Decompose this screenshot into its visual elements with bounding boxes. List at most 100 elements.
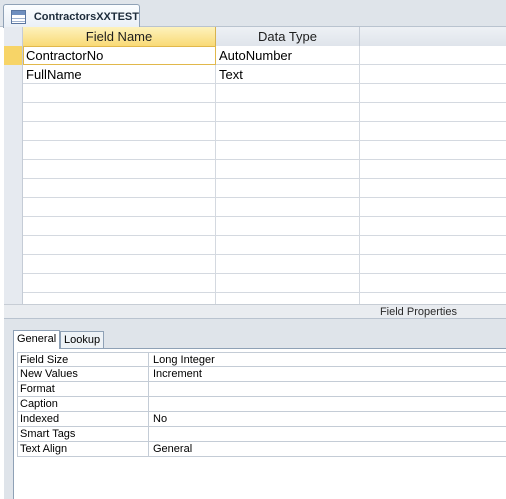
property-value[interactable]: No: [152, 412, 167, 426]
property-row: Field Size Long Integer: [17, 352, 506, 367]
property-value[interactable]: [152, 397, 153, 411]
table-row[interactable]: [4, 103, 506, 122]
field-name-cell[interactable]: [23, 160, 216, 179]
table-row[interactable]: [4, 274, 506, 293]
table-row[interactable]: [4, 255, 506, 274]
data-type-cell[interactable]: [216, 236, 360, 255]
property-name: Text Align: [17, 442, 149, 456]
tab-lookup[interactable]: Lookup: [60, 331, 104, 349]
row-selector[interactable]: [4, 122, 23, 141]
description-cell[interactable]: [360, 274, 506, 293]
table-row[interactable]: [4, 141, 506, 160]
description-cell[interactable]: [360, 65, 506, 84]
data-type-cell[interactable]: [216, 160, 360, 179]
description-cell[interactable]: [360, 236, 506, 255]
row-selector[interactable]: [4, 46, 23, 65]
description-cell[interactable]: [360, 160, 506, 179]
property-row: Format: [17, 382, 506, 397]
select-all-corner[interactable]: [4, 27, 23, 46]
grid-header-row: Field Name Data Type: [4, 27, 506, 46]
table-row[interactable]: [4, 236, 506, 255]
description-cell[interactable]: [360, 103, 506, 122]
header-field-name: Field Name: [23, 27, 216, 46]
table-row[interactable]: [4, 160, 506, 179]
data-type-cell[interactable]: Text: [216, 65, 360, 84]
table-row[interactable]: [4, 198, 506, 217]
table-row[interactable]: FullName Text: [4, 65, 506, 84]
row-selector[interactable]: [4, 141, 23, 160]
property-name: Caption: [17, 397, 149, 411]
field-name-cell[interactable]: [23, 217, 216, 236]
table-row[interactable]: [4, 84, 506, 103]
data-type-cell[interactable]: [216, 217, 360, 236]
property-name: Indexed: [17, 412, 149, 426]
field-name-cell[interactable]: ContractorNo: [23, 46, 216, 65]
field-name-cell[interactable]: [23, 141, 216, 160]
field-name-cell[interactable]: FullName: [23, 65, 216, 84]
row-selector[interactable]: [4, 217, 23, 236]
data-type-cell[interactable]: [216, 103, 360, 122]
property-row: Text Align General: [17, 442, 506, 457]
row-selector[interactable]: [4, 255, 23, 274]
data-type-cell[interactable]: [216, 198, 360, 217]
field-properties-bar: Field Properties: [4, 304, 506, 318]
row-selector[interactable]: [4, 198, 23, 217]
property-name: Format: [17, 382, 149, 396]
property-value[interactable]: [152, 427, 153, 441]
table-icon: [11, 9, 26, 24]
description-cell[interactable]: [360, 255, 506, 274]
field-properties-title: Field Properties: [379, 306, 457, 318]
property-row: New Values Increment: [17, 367, 506, 382]
data-type-cell[interactable]: [216, 84, 360, 103]
data-type-cell[interactable]: AutoNumber: [216, 46, 360, 65]
property-name: New Values: [17, 367, 149, 381]
table-design-grid: Field Name Data Type ContractorNo AutoNum…: [4, 27, 506, 312]
field-name-cell[interactable]: [23, 198, 216, 217]
description-cell[interactable]: [360, 84, 506, 103]
property-value[interactable]: [152, 382, 153, 396]
document-tab[interactable]: ContractorsXXTEST: [3, 4, 140, 28]
property-value[interactable]: Increment: [152, 367, 202, 381]
document-tab-label: ContractorsXXTEST: [33, 10, 139, 23]
property-value[interactable]: General: [152, 442, 192, 456]
property-row: Smart Tags: [17, 427, 506, 442]
description-cell[interactable]: [360, 141, 506, 160]
row-selector[interactable]: [4, 103, 23, 122]
row-selector[interactable]: [4, 179, 23, 198]
data-type-cell[interactable]: [216, 255, 360, 274]
table-row[interactable]: [4, 122, 506, 141]
description-cell[interactable]: [360, 46, 506, 65]
data-type-cell[interactable]: [216, 179, 360, 198]
description-cell[interactable]: [360, 217, 506, 236]
field-name-cell[interactable]: [23, 236, 216, 255]
row-selector[interactable]: [4, 274, 23, 293]
field-name-cell[interactable]: [23, 255, 216, 274]
description-cell[interactable]: [360, 122, 506, 141]
row-selector[interactable]: [4, 84, 23, 103]
description-cell[interactable]: [360, 179, 506, 198]
property-name: Field Size: [17, 353, 149, 367]
field-properties-panel: General Lookup Field Size Long Integer New…: [4, 318, 506, 499]
table-row[interactable]: ContractorNo AutoNumber: [4, 46, 506, 65]
tab-general[interactable]: General: [13, 330, 60, 349]
field-name-cell[interactable]: [23, 274, 216, 293]
data-type-cell[interactable]: [216, 274, 360, 293]
grid-rows: ContractorNo AutoNumber FullName Text: [4, 46, 506, 312]
table-row[interactable]: [4, 217, 506, 236]
header-data-type: Data Type: [216, 27, 360, 46]
row-selector[interactable]: [4, 160, 23, 179]
row-selector[interactable]: [4, 236, 23, 255]
row-selector[interactable]: [4, 65, 23, 84]
header-description: [360, 27, 506, 46]
data-type-cell[interactable]: [216, 141, 360, 160]
table-row[interactable]: [4, 179, 506, 198]
property-sheet: Field Size Long Integer New Values Incremen…: [13, 348, 506, 499]
property-row: Indexed No: [17, 412, 506, 427]
data-type-cell[interactable]: [216, 122, 360, 141]
field-name-cell[interactable]: [23, 103, 216, 122]
field-name-cell[interactable]: [23, 122, 216, 141]
description-cell[interactable]: [360, 198, 506, 217]
field-name-cell[interactable]: [23, 179, 216, 198]
field-name-cell[interactable]: [23, 84, 216, 103]
property-value[interactable]: Long Integer: [152, 353, 215, 367]
